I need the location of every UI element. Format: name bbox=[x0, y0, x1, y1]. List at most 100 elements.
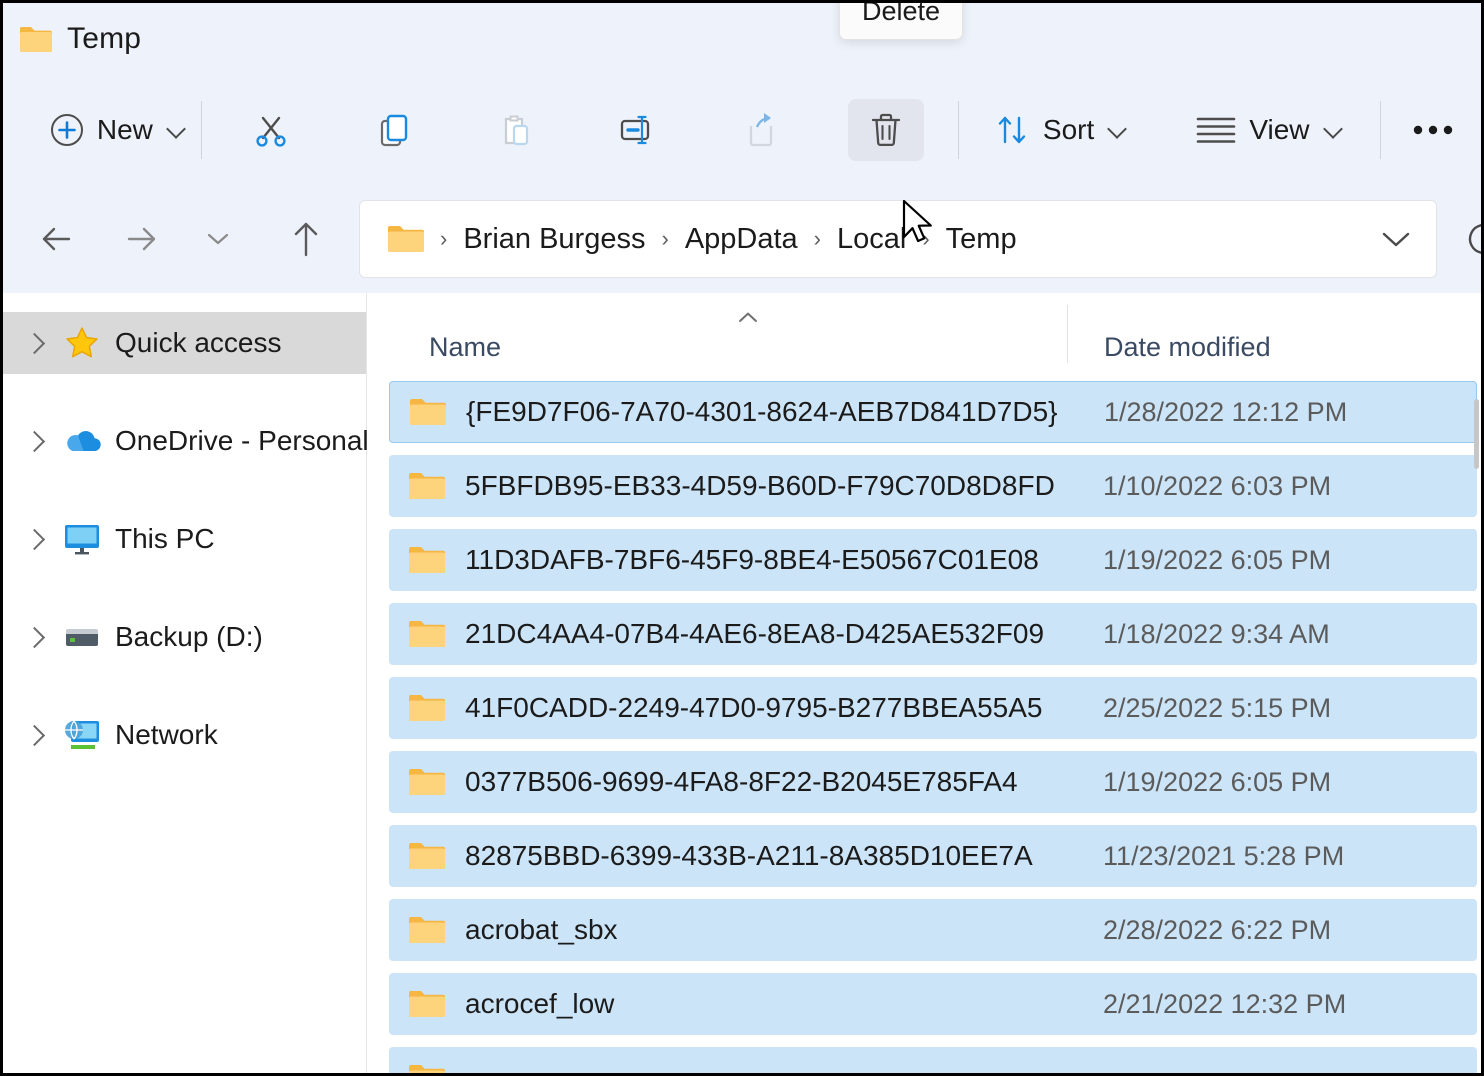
star-icon bbox=[59, 320, 105, 366]
table-row[interactable]: 41F0CADD-2249-47D0-9795-B277BBEA55A5 2/2… bbox=[367, 671, 1481, 745]
arrow-left-icon bbox=[35, 218, 77, 260]
rename-icon bbox=[616, 111, 660, 149]
sidebar-item-label: OneDrive - Personal bbox=[115, 425, 369, 457]
share-icon bbox=[741, 110, 781, 150]
folder-icon bbox=[407, 836, 447, 876]
file-date-modified: 2/28/2022 6:22 PM bbox=[1087, 915, 1331, 946]
file-date-modified: 1/18/2022 9:34 AM bbox=[1087, 619, 1330, 650]
refresh-icon bbox=[1462, 217, 1484, 261]
scrollbar-thumb[interactable] bbox=[1474, 399, 1479, 469]
sidebar-item-label: Quick access bbox=[115, 327, 282, 359]
folder-icon bbox=[407, 1058, 447, 1073]
paste-button bbox=[484, 99, 546, 161]
file-date-modified: 1/19/2022 6:05 PM bbox=[1087, 767, 1331, 798]
file-date-modified: 1/28/2022 12:12 PM bbox=[1088, 397, 1347, 428]
breadcrumb-separator: › bbox=[914, 226, 937, 252]
navigation-pane: Quick access OneDrive - Personal bbox=[3, 293, 367, 1073]
navigation-bar: › Brian Burgess › AppData › Local › Temp bbox=[3, 185, 1481, 293]
sidebar-item-backup-d[interactable]: Backup (D:) bbox=[3, 606, 366, 668]
column-header-name-label: Name bbox=[429, 332, 501, 362]
chevron-right-icon[interactable] bbox=[13, 320, 59, 366]
chevron-right-icon[interactable] bbox=[13, 614, 59, 660]
delete-tooltip: Delete bbox=[839, 0, 963, 40]
folder-icon bbox=[407, 984, 447, 1024]
file-explorer-window: Temp Delete New bbox=[0, 0, 1484, 1076]
plus-circle-icon bbox=[49, 112, 85, 148]
sidebar-item-label: Network bbox=[115, 719, 218, 751]
chevron-right-icon[interactable] bbox=[13, 516, 59, 562]
table-row[interactable]: 82875BBD-6399-433B-A211-8A385D10EE7A 11/… bbox=[367, 819, 1481, 893]
delete-button[interactable] bbox=[848, 99, 924, 161]
copy-button[interactable] bbox=[362, 99, 424, 161]
folder-icon bbox=[408, 392, 448, 432]
monitor-icon bbox=[59, 516, 105, 562]
copy-icon bbox=[373, 110, 413, 150]
table-row[interactable]: 0377B506-9699-4FA8-8F22-B2045E785FA4 1/1… bbox=[367, 745, 1481, 819]
sort-ascending-icon bbox=[737, 310, 759, 324]
rename-button[interactable] bbox=[606, 99, 670, 161]
file-date-modified: 2/25/2022 5:15 PM bbox=[1087, 693, 1331, 724]
breadcrumb-separator: › bbox=[653, 226, 676, 252]
list-lines-icon bbox=[1195, 113, 1237, 147]
breadcrumb-item-temp[interactable]: Temp bbox=[938, 219, 1025, 260]
ellipsis-icon bbox=[1409, 122, 1457, 138]
table-row[interactable]: 21DC4AA4-07B4-4AE6-8EA8-D425AE532F09 1/1… bbox=[367, 597, 1481, 671]
title-bar: Temp bbox=[3, 3, 1481, 75]
folder-icon bbox=[380, 213, 432, 265]
sort-button[interactable]: Sort bbox=[977, 99, 1125, 161]
back-button[interactable] bbox=[25, 208, 87, 270]
chevron-down-icon bbox=[205, 230, 231, 248]
breadcrumb-item-user[interactable]: Brian Burgess bbox=[455, 219, 653, 260]
sidebar-item-label: This PC bbox=[115, 523, 215, 555]
address-dropdown-button[interactable] bbox=[1370, 213, 1422, 265]
network-icon bbox=[59, 712, 105, 758]
column-headers: Name Date modified bbox=[367, 293, 1481, 375]
file-rows: {FE9D7F06-7A70-4301-8624-AEB7D841D7D5} 1… bbox=[367, 375, 1481, 1073]
new-button-label: New bbox=[97, 114, 153, 146]
trash-icon bbox=[866, 109, 906, 151]
folder-icon bbox=[407, 466, 447, 506]
sidebar-item-onedrive[interactable]: OneDrive - Personal bbox=[3, 410, 366, 472]
file-name: {FE9D7F06-7A70-4301-8624-AEB7D841D7D5} bbox=[466, 396, 1088, 428]
sidebar-item-label: Backup (D:) bbox=[115, 621, 263, 653]
folder-icon bbox=[19, 24, 53, 54]
breadcrumb-item-local[interactable]: Local bbox=[829, 219, 914, 260]
chevron-right-icon[interactable] bbox=[13, 418, 59, 464]
table-row[interactable]: {FE9D7F06-7A70-4301-8624-AEB7D841D7D5} 1… bbox=[367, 375, 1481, 449]
table-row[interactable]: 5FBFDB95-EB33-4D59-B60D-F79C70D8D8FD 1/1… bbox=[367, 449, 1481, 523]
column-header-name[interactable]: Name bbox=[367, 332, 1067, 363]
table-row[interactable]: 11D3DAFB-7BF6-45F9-8BE4-E50567C01E08 1/1… bbox=[367, 523, 1481, 597]
forward-button[interactable] bbox=[111, 208, 173, 270]
cut-button[interactable] bbox=[240, 99, 302, 161]
folder-icon bbox=[407, 540, 447, 580]
table-row[interactable]: acrocef_low 2/21/2022 12:32 PM bbox=[367, 967, 1481, 1041]
address-bar[interactable]: › Brian Burgess › AppData › Local › Temp bbox=[359, 200, 1437, 278]
file-name: 0377B506-9699-4FA8-8F22-B2045E785FA4 bbox=[465, 766, 1087, 798]
chevron-right-icon[interactable] bbox=[13, 712, 59, 758]
file-date-modified: 1/10/2022 6:03 PM bbox=[1087, 471, 1331, 502]
file-date-modified: 11/23/2021 5:28 PM bbox=[1087, 841, 1344, 872]
table-row[interactable]: acrobat_sbx 2/28/2022 6:22 PM bbox=[367, 893, 1481, 967]
new-button[interactable]: New bbox=[33, 99, 183, 161]
column-header-date-modified[interactable]: Date modified bbox=[1067, 305, 1481, 363]
view-button-label: View bbox=[1249, 114, 1309, 146]
file-name: 41F0CADD-2249-47D0-9795-B277BBEA55A5 bbox=[465, 692, 1087, 724]
breadcrumb-item-appdata[interactable]: AppData bbox=[677, 219, 806, 260]
file-name: 21DC4AA4-07B4-4AE6-8EA8-D425AE532F09 bbox=[465, 618, 1087, 650]
folder-icon bbox=[407, 688, 447, 728]
sort-button-label: Sort bbox=[1043, 114, 1094, 146]
sidebar-item-quick-access[interactable]: Quick access bbox=[3, 312, 366, 374]
window-title: Temp bbox=[67, 22, 141, 56]
explorer-body: Quick access OneDrive - Personal bbox=[3, 293, 1481, 1073]
arrow-up-icon bbox=[285, 217, 327, 261]
file-name: 5FBFDB95-EB33-4D59-B60D-F79C70D8D8FD bbox=[465, 470, 1087, 502]
recent-locations-button[interactable] bbox=[187, 208, 249, 270]
up-button[interactable] bbox=[275, 208, 337, 270]
refresh-button[interactable] bbox=[1453, 208, 1484, 270]
table-row[interactable] bbox=[367, 1041, 1481, 1073]
view-button[interactable]: View bbox=[1180, 99, 1338, 161]
sidebar-item-network[interactable]: Network bbox=[3, 704, 366, 766]
more-options-button[interactable] bbox=[1399, 99, 1467, 161]
sidebar-item-this-pc[interactable]: This PC bbox=[3, 508, 366, 570]
vertical-scrollbar[interactable] bbox=[1473, 375, 1481, 1073]
